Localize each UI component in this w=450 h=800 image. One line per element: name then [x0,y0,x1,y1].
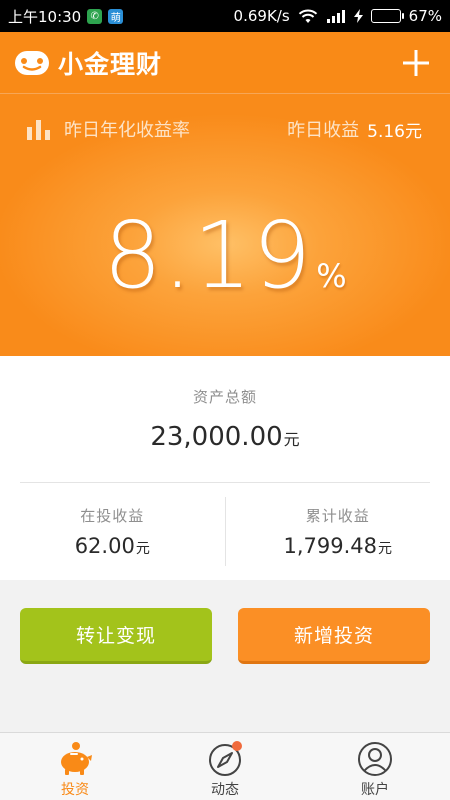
plus-icon [403,49,429,76]
yield-label: 昨日收益 [287,120,360,141]
tab-label: 动态 [211,782,239,798]
piggy-bank-icon [61,742,92,775]
wifi-icon [298,9,318,24]
rate-value: 8.19 [103,202,313,309]
cumulative-amount: 1,799.48元 [226,534,450,558]
rate-label: 昨日年化收益率 [64,120,190,141]
app-notification-icon: 萌 [108,8,124,24]
assets-breakdown: 在投收益 62.00元 累计收益 1,799.48元 [0,483,450,580]
in-progress-label: 在投收益 [80,507,145,525]
tab-label: 账户 [361,782,389,798]
user-icon [358,742,392,776]
transfer-button[interactable]: 转让变现 [20,608,212,664]
battery-icon [370,9,404,23]
status-left: 上午10:30 ✆ 萌 [8,6,124,27]
cumulative-earnings: 累计收益 1,799.48元 [226,483,450,580]
assets-total: 23,000.00元 [0,422,450,452]
action-buttons: 转让变现 新增投资 [20,608,430,666]
bar-chart-icon [27,120,50,140]
cumulative-label: 累计收益 [305,507,370,525]
yield-hero: 昨日年化收益率 昨日收益 5.16元 8.19% [0,94,450,356]
status-time: 上午10:30 [8,7,82,26]
notification-dot [232,741,242,751]
bottom-tab-bar: 投资 动态 账户 [0,732,450,800]
yield-group: 昨日收益 5.16元 [287,116,422,142]
rate-unit: % [316,257,347,295]
in-progress-earnings: 在投收益 62.00元 [0,483,225,580]
status-bar: 上午10:30 ✆ 萌 0.69K/s 67% [0,0,450,32]
app-logo: 小金理财 [14,45,162,81]
hero-top: 昨日年化收益率 昨日收益 5.16元 [26,116,422,142]
cumulative-value: 1,799.48 [283,534,377,558]
in-progress-unit: 元 [135,541,150,557]
in-progress-value: 62.00 [74,534,135,558]
status-right: 0.69K/s 67% [234,7,442,25]
assets-title: 资产总额 [192,388,257,406]
add-button[interactable] [396,43,436,83]
app-header: 小金理财 [0,32,450,94]
annual-rate: 8.19% [0,202,450,309]
rate-label-group: 昨日年化收益率 [26,116,190,142]
assets-total-value: 23,000.00 [150,422,283,452]
network-speed: 0.69K/s [233,7,290,25]
tab-account[interactable]: 账户 [300,733,450,800]
tab-invest[interactable]: 投资 [0,733,150,800]
new-investment-button[interactable]: 新增投资 [238,608,430,664]
in-progress-amount: 62.00元 [0,534,225,558]
app-name: 小金理财 [58,49,163,79]
tab-label: 投资 [61,782,89,798]
logo-icon [15,50,49,75]
assets-total-unit: 元 [283,430,300,449]
compass-icon-wrap [206,741,244,777]
wechat-notification-icon: ✆ [87,8,103,24]
charging-icon [353,9,363,23]
battery-percent: 67% [408,7,442,25]
tab-activity[interactable]: 动态 [150,733,300,800]
cumulative-unit: 元 [378,541,392,557]
signal-icon [326,9,346,23]
yield-value: 5.16元 [367,121,422,142]
assets-card: 资产总额 23,000.00元 在投收益 62.00元 累计收益 1,799.4… [0,356,450,580]
